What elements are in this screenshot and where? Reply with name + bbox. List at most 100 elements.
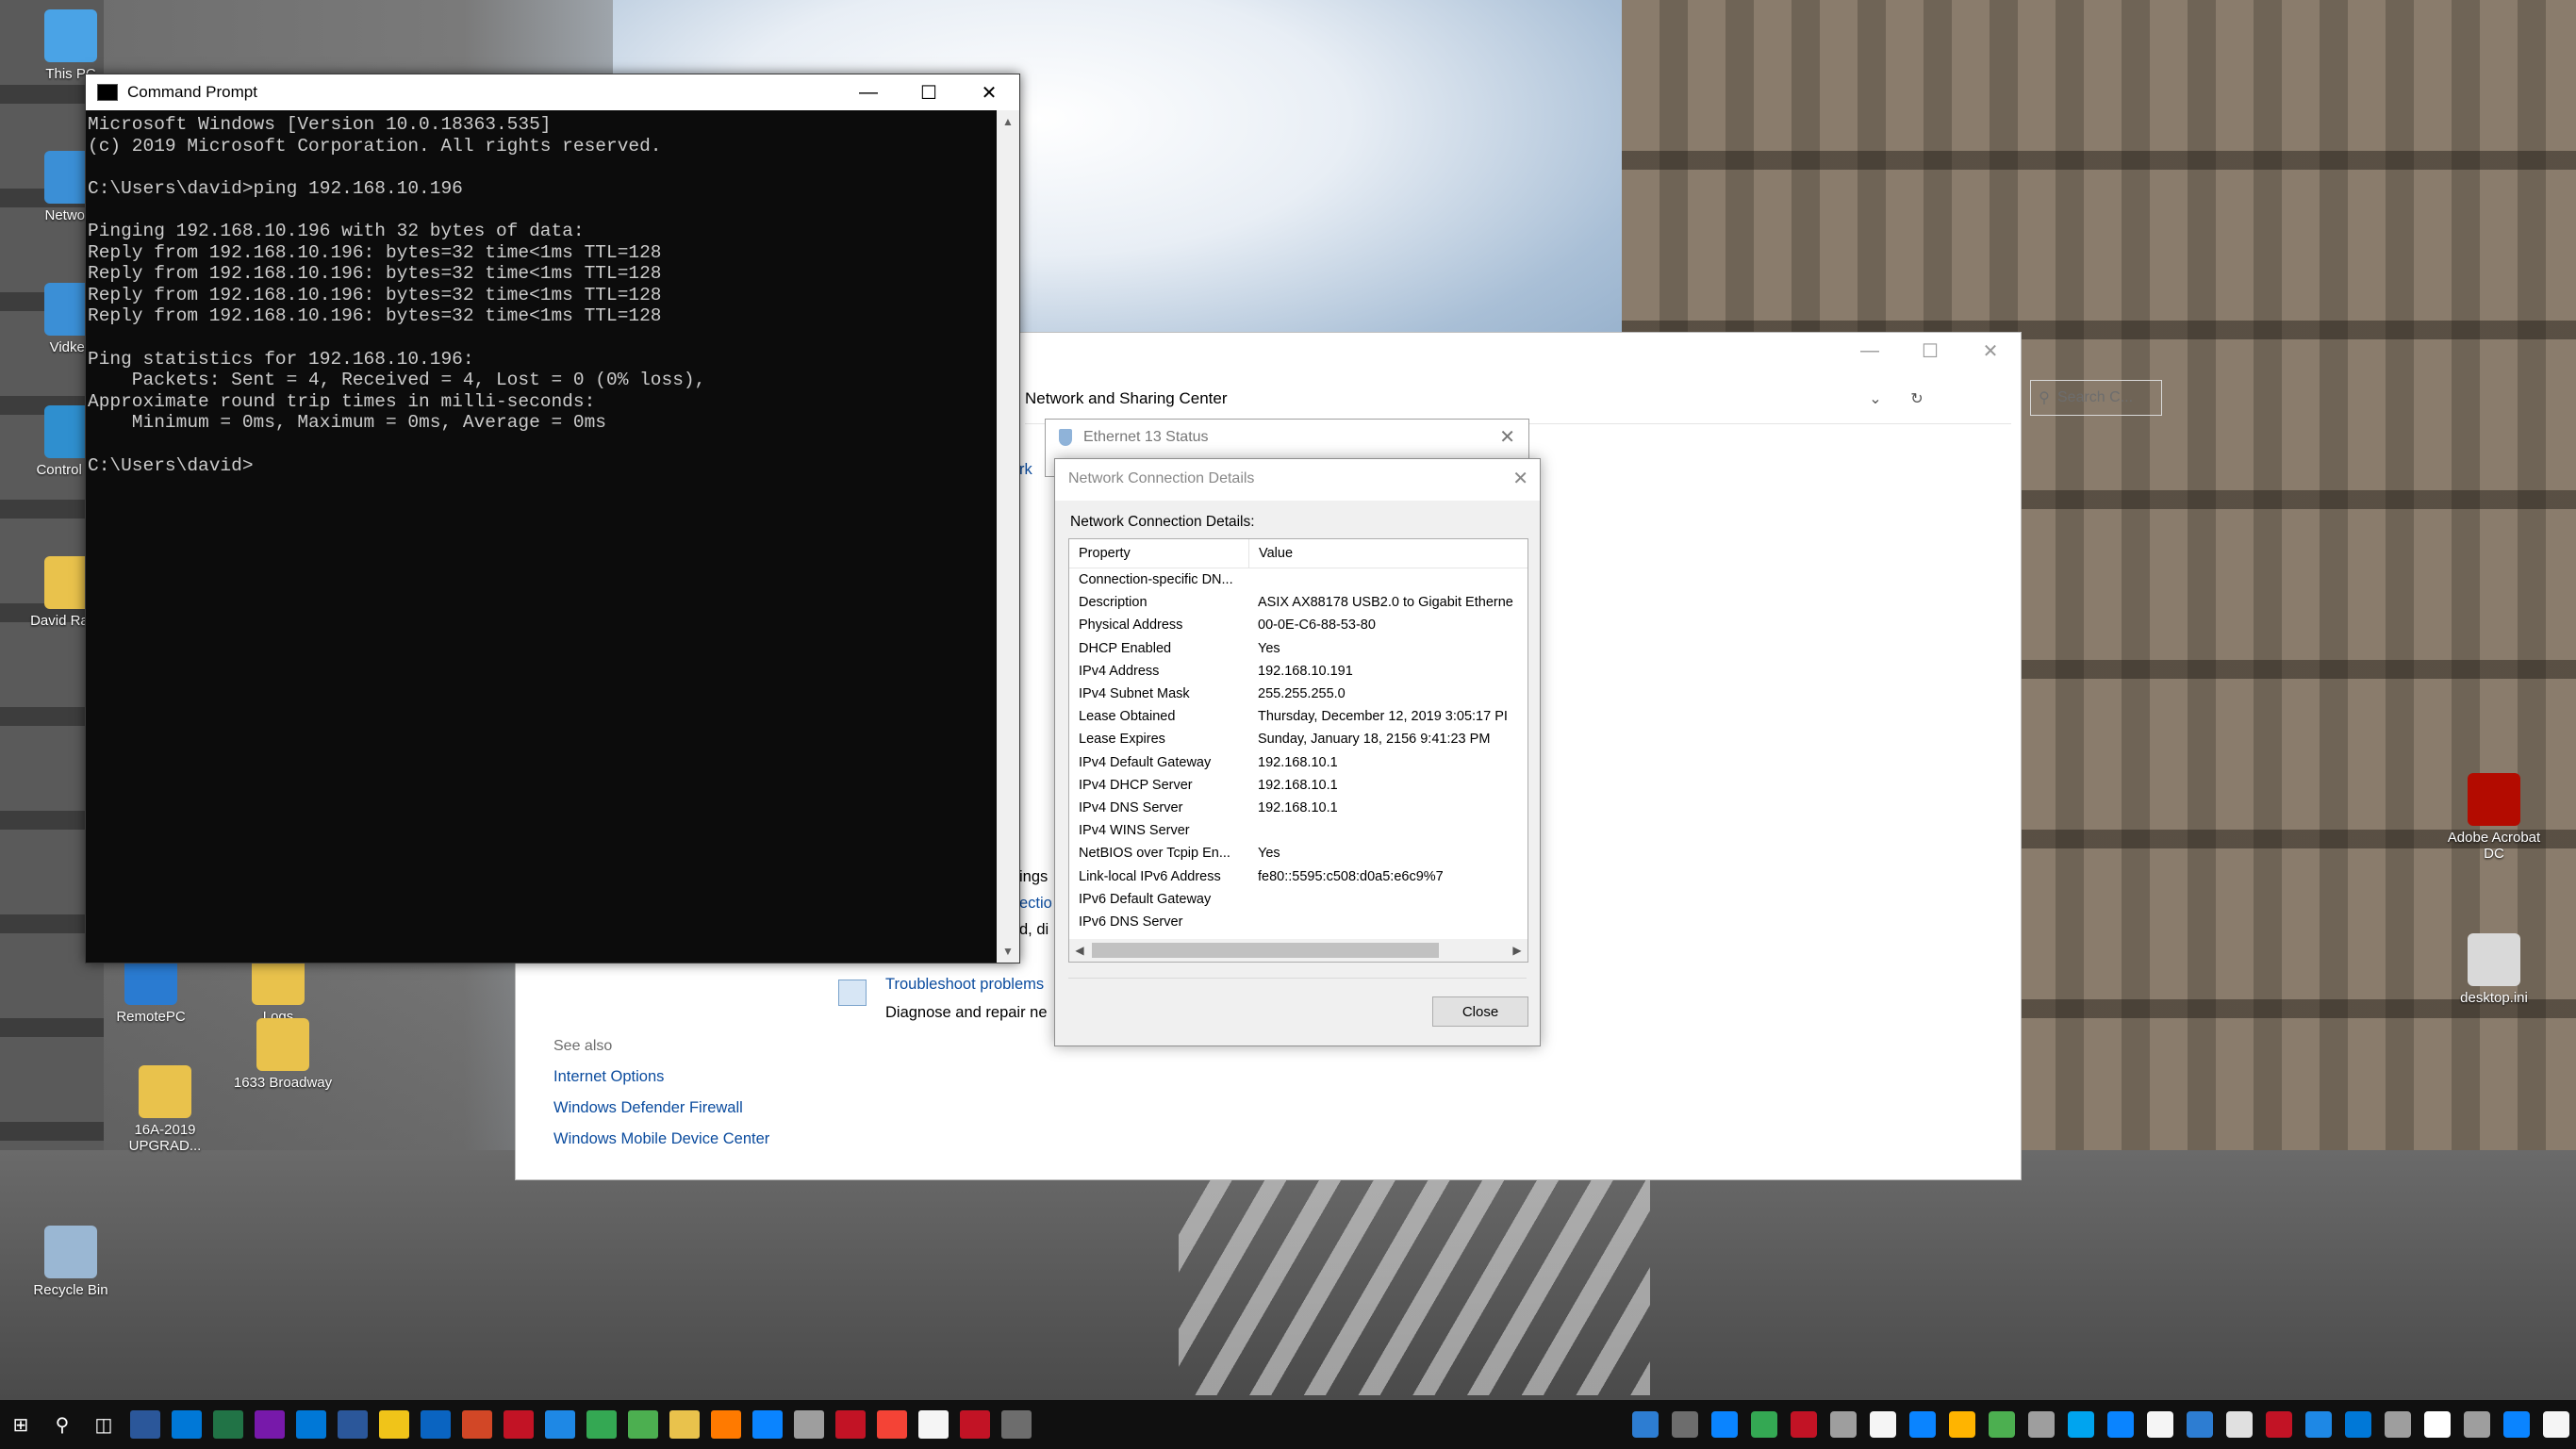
details-list[interactable]: Property Value Connection-specific DN...… bbox=[1068, 538, 1528, 963]
desktop-icon[interactable]: Recycle Bin bbox=[19, 1226, 123, 1298]
taskbar-app-icon[interactable] bbox=[504, 1410, 534, 1439]
list-item[interactable]: IPv4 DHCP Server 192.168.10.1 bbox=[1069, 774, 1527, 797]
partial-link[interactable]: ectio bbox=[1019, 895, 1052, 913]
taskbar-app-icon[interactable] bbox=[1001, 1410, 1032, 1439]
desktop-icon[interactable]: Adobe Acrobat DC bbox=[2442, 773, 2546, 862]
list-item[interactable]: Description ASIX AX88178 USB2.0 to Gigabi… bbox=[1069, 591, 1527, 614]
taskbar-app-icon[interactable] bbox=[130, 1410, 160, 1439]
desktop-icon[interactable]: 16A-2019 UPGRAD... bbox=[113, 1065, 217, 1154]
minimize-button[interactable]: — bbox=[838, 74, 899, 110]
list-item[interactable]: Link-local IPv6 Address fe80::5595:c508:d… bbox=[1069, 864, 1527, 887]
close-button[interactable]: ✕ bbox=[959, 74, 1019, 110]
tray-icon[interactable] bbox=[2107, 1411, 2134, 1438]
taskbar-app-icon[interactable] bbox=[255, 1410, 285, 1439]
desktop-icon[interactable]: 1633 Broadway bbox=[231, 1018, 335, 1091]
taskbar-app-icon[interactable] bbox=[213, 1410, 243, 1439]
firewall-link[interactable]: Windows Defender Firewall bbox=[553, 1099, 743, 1117]
tray-icon[interactable] bbox=[2305, 1411, 2332, 1438]
scroll-right-icon[interactable]: ▶ bbox=[1507, 944, 1527, 957]
taskbar-app-icon[interactable] bbox=[462, 1410, 492, 1439]
desktop-icon[interactable]: desktop.ini bbox=[2442, 933, 2546, 1006]
list-item[interactable]: IPv4 Default Gateway 192.168.10.1 bbox=[1069, 751, 1527, 774]
list-item[interactable]: Lease Obtained Thursday, December 12, 201… bbox=[1069, 705, 1527, 728]
minimize-button[interactable]: — bbox=[1840, 333, 1900, 369]
internet-options-link[interactable]: Internet Options bbox=[553, 1068, 664, 1086]
tray-icon[interactable] bbox=[2028, 1411, 2055, 1438]
tray-icon[interactable] bbox=[1672, 1411, 1698, 1438]
list-item[interactable]: IPv6 DNS Server bbox=[1069, 911, 1527, 933]
taskbar-app-icon[interactable] bbox=[918, 1410, 949, 1439]
scroll-left-icon[interactable]: ◀ bbox=[1069, 944, 1090, 957]
vertical-scrollbar[interactable]: ▲ ▼ bbox=[997, 110, 1019, 963]
taskbar-app-icon[interactable] bbox=[421, 1410, 451, 1439]
close-button[interactable]: ✕ bbox=[1960, 333, 2021, 369]
column-header-value[interactable]: Value bbox=[1249, 539, 1293, 568]
taskbar-app-icon[interactable] bbox=[669, 1410, 700, 1439]
tray-icon[interactable] bbox=[2226, 1411, 2253, 1438]
tray-icon[interactable] bbox=[1751, 1411, 1777, 1438]
taskbar-app-icon[interactable] bbox=[877, 1410, 907, 1439]
search-icon[interactable]: ⚲ bbox=[41, 1400, 83, 1449]
close-icon[interactable]: ✕ bbox=[1512, 467, 1528, 490]
tray-icon[interactable] bbox=[1949, 1411, 1975, 1438]
taskbar-app-icon[interactable] bbox=[711, 1410, 741, 1439]
taskbar-app-icon[interactable] bbox=[835, 1410, 866, 1439]
list-item[interactable]: IPv4 Address 192.168.10.191 bbox=[1069, 660, 1527, 683]
taskbar-app-icon[interactable] bbox=[752, 1410, 783, 1439]
scroll-thumb[interactable] bbox=[1092, 943, 1439, 958]
tray-icon[interactable] bbox=[2543, 1411, 2569, 1438]
maximize-button[interactable]: ☐ bbox=[1900, 333, 1960, 369]
tray-icon[interactable] bbox=[2187, 1411, 2213, 1438]
maximize-button[interactable]: ☐ bbox=[899, 74, 959, 110]
tray-icon[interactable] bbox=[1830, 1411, 1857, 1438]
taskbar-app-icon[interactable] bbox=[172, 1410, 202, 1439]
network-connection-details-dialog[interactable]: Network Connection Details ✕ Network Con… bbox=[1054, 458, 1541, 1046]
list-item[interactable]: Physical Address 00-0E-C6-88-53-80 bbox=[1069, 614, 1527, 636]
list-item[interactable]: IPv6 Default Gateway bbox=[1069, 888, 1527, 911]
close-button[interactable]: Close bbox=[1432, 996, 1528, 1027]
task-view-icon[interactable]: ◫ bbox=[83, 1400, 124, 1449]
start-button[interactable]: ⊞ bbox=[0, 1400, 41, 1449]
mobile-device-center-link[interactable]: Windows Mobile Device Center bbox=[553, 1130, 769, 1148]
cmd-titlebar[interactable]: Command Prompt — ☐ ✕ bbox=[86, 74, 1019, 110]
taskbar-app-icon[interactable] bbox=[338, 1410, 368, 1439]
console-output[interactable]: Microsoft Windows [Version 10.0.18363.53… bbox=[86, 110, 997, 963]
troubleshoot-link[interactable]: Troubleshoot problems bbox=[885, 976, 1044, 994]
command-prompt-window[interactable]: Command Prompt — ☐ ✕ Microsoft Windows [… bbox=[85, 74, 1020, 963]
taskbar-app-icon[interactable] bbox=[960, 1410, 990, 1439]
tray-icon[interactable] bbox=[2068, 1411, 2094, 1438]
tray-icon[interactable] bbox=[2345, 1411, 2371, 1438]
details-titlebar[interactable]: Network Connection Details ✕ bbox=[1055, 459, 1540, 501]
close-icon[interactable]: ✕ bbox=[1499, 425, 1515, 449]
list-item[interactable]: IPv4 WINS Server bbox=[1069, 819, 1527, 842]
list-item[interactable]: IPv4 Subnet Mask 255.255.255.0 bbox=[1069, 683, 1527, 705]
column-header-property[interactable]: Property bbox=[1069, 539, 1249, 568]
taskbar-app-icon[interactable] bbox=[794, 1410, 824, 1439]
taskbar-app-icon[interactable] bbox=[545, 1410, 575, 1439]
list-item[interactable]: Lease Expires Sunday, January 18, 2156 9:… bbox=[1069, 728, 1527, 750]
horizontal-scrollbar[interactable]: ◀ ▶ bbox=[1069, 939, 1527, 962]
tray-icon[interactable] bbox=[2147, 1411, 2173, 1438]
search-box[interactable]: ⚲ Search C... bbox=[2030, 380, 2162, 416]
taskbar-app-icon[interactable] bbox=[296, 1410, 326, 1439]
desktop-icon[interactable]: This PC bbox=[19, 9, 123, 82]
chevron-down-icon[interactable]: ⌄ bbox=[1858, 382, 1892, 416]
scroll-up-icon[interactable]: ▲ bbox=[997, 110, 1019, 133]
tray-icon[interactable] bbox=[1870, 1411, 1896, 1438]
list-item[interactable]: Connection-specific DN... bbox=[1069, 568, 1527, 591]
taskbar-app-icon[interactable] bbox=[628, 1410, 658, 1439]
tray-icon[interactable] bbox=[1909, 1411, 1936, 1438]
list-item[interactable]: NetBIOS over Tcpip En... Yes bbox=[1069, 842, 1527, 864]
scroll-down-icon[interactable]: ▼ bbox=[997, 940, 1019, 963]
tray-icon[interactable] bbox=[2424, 1411, 2451, 1438]
tray-icon[interactable] bbox=[1711, 1411, 1738, 1438]
tray-icon[interactable] bbox=[2266, 1411, 2292, 1438]
tray-icon[interactable] bbox=[2385, 1411, 2411, 1438]
refresh-icon[interactable]: ↻ bbox=[1900, 382, 1934, 416]
address-bar[interactable]: Network and Sharing Center bbox=[1025, 382, 1845, 416]
tray-icon[interactable] bbox=[1632, 1411, 1659, 1438]
partial-link[interactable]: rk bbox=[1019, 461, 1032, 479]
tray-icon[interactable] bbox=[1989, 1411, 2015, 1438]
taskbar-app-icon[interactable] bbox=[379, 1410, 409, 1439]
tray-icon[interactable] bbox=[1791, 1411, 1817, 1438]
